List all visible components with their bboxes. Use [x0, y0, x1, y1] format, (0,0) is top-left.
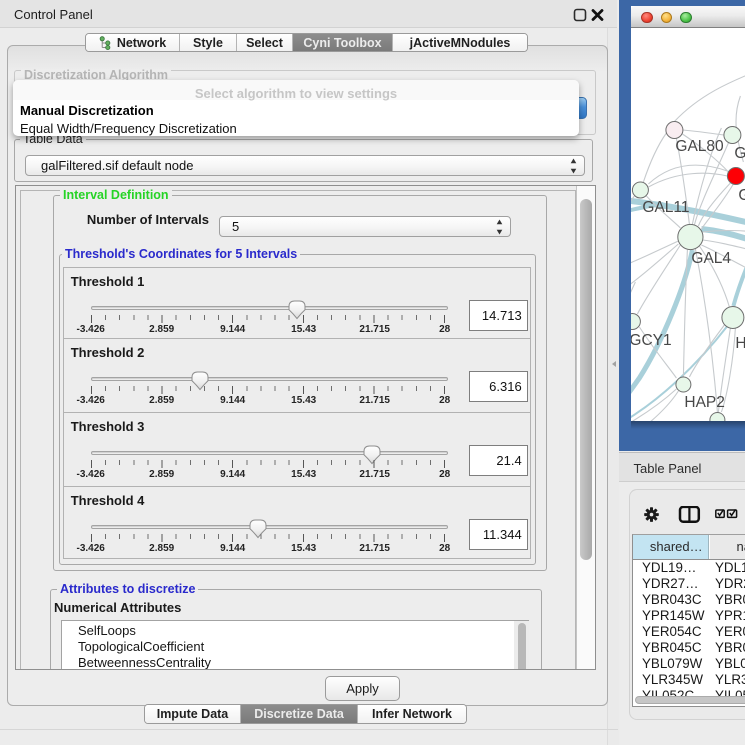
svg-text:GAL80: GAL80: [675, 138, 724, 155]
svg-text:H: H: [735, 335, 745, 352]
svg-text:GCY1: GCY1: [631, 332, 672, 349]
svg-text:GAL4: GAL4: [691, 250, 731, 267]
svg-text:HAP2: HAP2: [684, 394, 725, 411]
svg-text:GAL11: GAL11: [642, 199, 689, 216]
svg-text:G: G: [738, 187, 745, 204]
svg-text:G: G: [734, 145, 745, 162]
